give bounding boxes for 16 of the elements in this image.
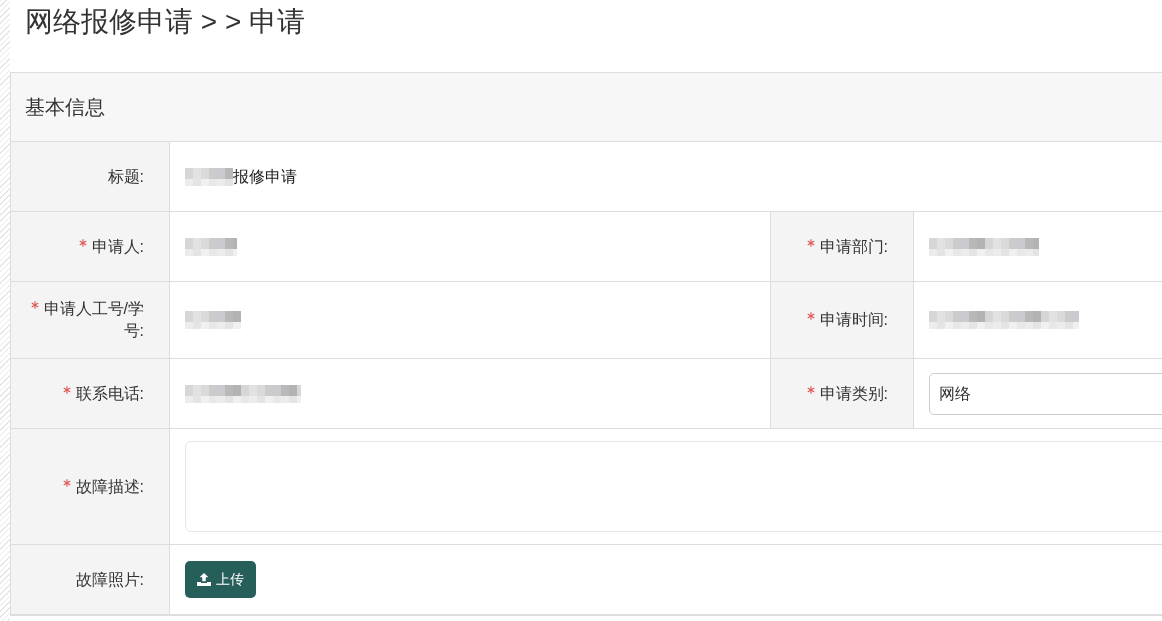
field-label: 申请部门: <box>819 237 888 255</box>
panel-title: 基本信息 <box>25 95 105 120</box>
field-label: 标题: <box>107 167 144 185</box>
field-label: 申请类别: <box>819 384 888 402</box>
upload-button[interactable]: 上传 <box>185 561 256 598</box>
field-label: 申请时间: <box>819 311 888 328</box>
upload-icon <box>197 573 211 586</box>
page-title: 网络报修申请 > > 申请 <box>25 5 306 39</box>
description-field[interactable] <box>185 441 1162 532</box>
field-label: 联系电话: <box>75 384 144 402</box>
category-select[interactable]: 网络 <box>929 372 1162 415</box>
field-value: 报修申请 <box>233 166 297 187</box>
field-label: 申请人: <box>91 237 144 255</box>
field-label: 故障照片: <box>75 570 144 588</box>
field-label: 申请人工号/学号: <box>43 300 144 339</box>
field-label: 故障描述: <box>75 477 144 495</box>
